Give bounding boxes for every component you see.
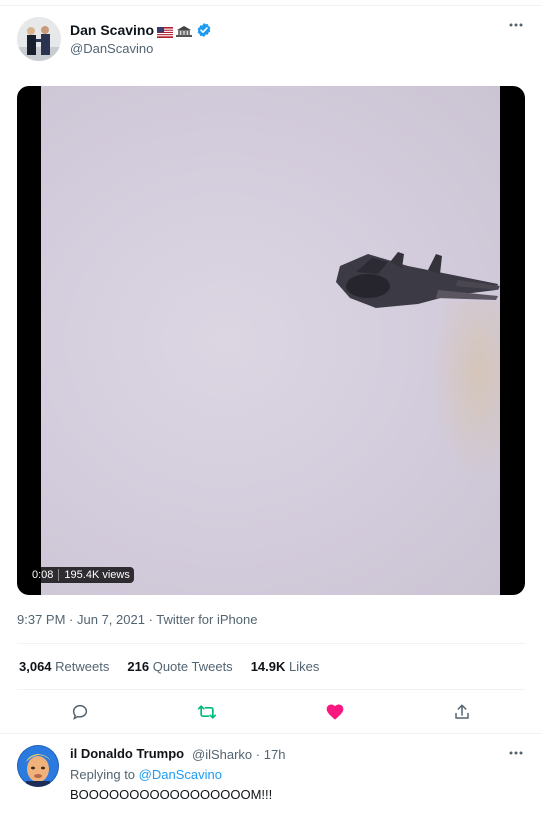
replying-to: Replying to @DanScavino xyxy=(70,767,222,782)
reply-author-avatar[interactable] xyxy=(17,745,59,787)
retweets-stat[interactable]: 3,064 Retweets xyxy=(19,659,109,674)
replying-to-link[interactable]: @DanScavino xyxy=(139,767,222,782)
author-name-row[interactable]: Dan Scavino xyxy=(70,22,212,38)
retweet-icon xyxy=(197,705,217,719)
share-button[interactable] xyxy=(450,700,474,724)
video-player[interactable]: 0:08 195.4K views xyxy=(17,86,525,595)
divider xyxy=(17,689,525,690)
heart-icon xyxy=(326,704,344,720)
video-duration: 0:08 xyxy=(32,569,54,581)
reply-button[interactable] xyxy=(68,700,92,724)
author-avatar[interactable] xyxy=(17,17,61,61)
like-button[interactable] xyxy=(323,700,347,724)
building-icon xyxy=(176,24,193,37)
likes-stat[interactable]: 14.9K Likes xyxy=(251,659,320,674)
author-name[interactable]: Dan Scavino xyxy=(70,22,154,38)
tweet-date[interactable]: Jun 7, 2021 xyxy=(77,612,145,627)
us-flag-icon xyxy=(157,25,174,38)
top-divider xyxy=(0,0,542,6)
tweet-meta: 9:37 PM · Jun 7, 2021 · Twitter for iPho… xyxy=(17,612,258,627)
reply-time[interactable]: 17h xyxy=(264,747,286,762)
video-frame xyxy=(41,86,500,595)
tweet-source[interactable]: Twitter for iPhone xyxy=(156,612,257,627)
more-icon[interactable] xyxy=(508,17,524,38)
reply-author-meta: @ilSharko · 17h xyxy=(192,747,286,762)
share-icon xyxy=(455,704,469,719)
verified-badge-icon xyxy=(196,22,212,38)
reply-text: BOOOOOOOOOOOOOOOOOM!!! xyxy=(70,787,273,802)
reply-icon xyxy=(72,704,88,720)
video-views: 195.4K views xyxy=(64,569,130,581)
more-icon[interactable] xyxy=(508,745,524,766)
reply-author-name[interactable]: il Donaldo Trumpo xyxy=(70,746,184,761)
retweet-button[interactable] xyxy=(195,700,219,724)
quote-tweets-stat[interactable]: 216 Quote Tweets xyxy=(127,659,232,674)
divider xyxy=(17,643,525,644)
tweet-time[interactable]: 9:37 PM xyxy=(17,612,65,627)
tweet-stats: 3,064 Retweets 216 Quote Tweets 14.9K Li… xyxy=(19,659,319,674)
jet-image xyxy=(336,252,500,308)
reply-author-handle[interactable]: @ilSharko xyxy=(192,747,252,762)
video-badge: 0:08 195.4K views xyxy=(28,567,134,583)
replying-prefix: Replying to xyxy=(70,767,136,782)
author-handle[interactable]: @DanScavino xyxy=(70,41,153,56)
